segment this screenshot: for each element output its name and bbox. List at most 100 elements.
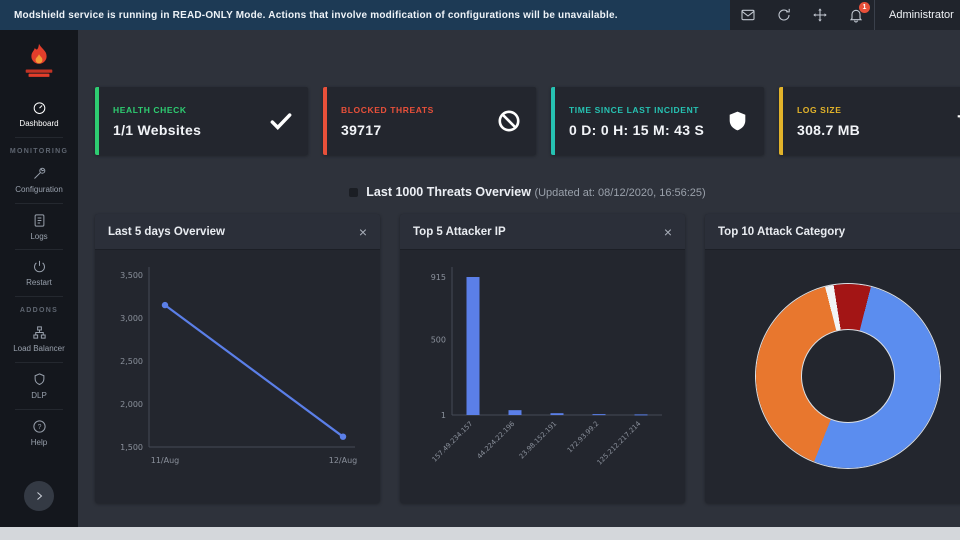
svg-text:3,000: 3,000 — [120, 314, 143, 323]
chart-header: Top 5 Attacker IP × — [400, 214, 685, 250]
sidebar-item-label: DLP — [31, 390, 47, 400]
sidebar-item-logs[interactable]: Logs — [0, 205, 78, 249]
app-window: Modshield service is running in READ-ONL… — [0, 0, 960, 540]
bar-chart-area: 1 500 915 157.49.234.157 44.224.22.196 23.98.… — [400, 250, 685, 502]
svg-text:44.224.22.196: 44.224.22.196 — [475, 420, 516, 461]
chevron-right-icon — [37, 492, 43, 500]
stat-label: HEALTH CHECK — [113, 104, 187, 115]
user-name: Administrator — [889, 9, 954, 21]
svg-text:?: ? — [37, 424, 41, 431]
svg-text:3,500: 3,500 — [120, 271, 143, 280]
close-icon[interactable]: × — [359, 225, 367, 239]
sidebar-expand-button[interactable] — [24, 481, 54, 511]
svg-text:1: 1 — [440, 411, 445, 420]
stat-value: 308.7 MB — [797, 121, 861, 138]
stat-value: 39717 — [341, 121, 382, 138]
chart-header: Last 5 days Overview × — [95, 214, 380, 250]
trash-icon — [953, 109, 960, 134]
section-title-text: Last 1000 Threats Overview — [366, 185, 531, 199]
section-updated-text: (Updated at: 08/12/2020, 16:56:25) — [534, 187, 706, 199]
topbar-actions: 1 Administrator — [730, 0, 960, 30]
sidebar-item-restart[interactable]: Restart — [0, 251, 78, 295]
move-button[interactable] — [802, 0, 838, 30]
line-chart: 1,500 2,000 2,500 3,000 3,500 11/Aug 12/Aug — [120, 267, 357, 465]
flame-logo-icon — [25, 43, 53, 77]
sidebar-item-dashboard[interactable]: Dashboard — [0, 92, 78, 136]
section-bullet-icon — [349, 188, 359, 198]
chart-card-top-attacker-ip: Top 5 Attacker IP × 1 500 915 157.49.234.15… — [400, 214, 685, 503]
stat-info: TIME SINCE LAST INCIDENT 0 D: 0 H: 15 M:… — [569, 105, 725, 138]
stat-value: 1/1 Websites — [113, 121, 202, 138]
bottom-strip — [0, 527, 960, 540]
chart-title: Top 5 Attacker IP — [413, 225, 506, 238]
refresh-icon — [778, 8, 790, 21]
donut-chart — [755, 284, 940, 468]
sidebar-section-monitoring: MONITORING — [9, 147, 69, 155]
charts-row: Last 5 days Overview × 1,500 2,000 2,500 3,… — [95, 214, 960, 503]
sidebar-item-help[interactable]: ? Help — [0, 411, 78, 455]
sidebar-item-label: Load Balancer — [13, 344, 65, 354]
chart-header: Top 10 Attack Category × — [705, 214, 960, 250]
sidebar-divider — [15, 408, 63, 410]
bar-chart: 1 500 915 157.49.234.157 44.224.22.196 23.98.… — [430, 267, 662, 467]
line-chart-area: 1,500 2,000 2,500 3,000 3,500 11/Aug 12/Aug — [95, 250, 380, 502]
modshield-logo[interactable] — [20, 41, 58, 84]
chart-title: Last 5 days Overview — [108, 225, 225, 238]
svg-text:1,500: 1,500 — [120, 443, 143, 452]
svg-text:172.93.99.2: 172.93.99.2 — [565, 420, 600, 455]
stat-value: 0 D: 0 H: 15 M: 43 S — [569, 121, 705, 138]
donut-hole — [801, 330, 894, 422]
refresh-button[interactable] — [766, 0, 802, 30]
sidebar-item-configuration[interactable]: Configuration — [0, 158, 78, 202]
stat-card-health-check: HEALTH CHECK 1/1 Websites — [95, 87, 308, 155]
svg-text:500: 500 — [430, 336, 445, 345]
notifications-button[interactable]: 1 — [838, 0, 874, 30]
sidebar-divider — [15, 361, 63, 363]
help-icon: ? — [32, 420, 46, 433]
sidebar-item-label: Restart — [26, 278, 52, 288]
chart-card-last-5-days: Last 5 days Overview × 1,500 2,000 2,500 3,… — [95, 214, 380, 503]
svg-text:23.98.152.191: 23.98.152.191 — [517, 420, 558, 461]
donut-chart-area — [705, 250, 960, 502]
stat-card-blocked-threats: BLOCKED THREATS 39717 — [323, 87, 536, 155]
sidebar-divider — [15, 136, 63, 138]
ban-icon — [496, 108, 522, 134]
sidebar-item-dlp[interactable]: DLP — [0, 364, 78, 408]
chart-card-top-attack-category: Top 10 Attack Category × — [705, 214, 960, 503]
stat-card-log-size: LOG SIZE 308.7 MB — [779, 87, 960, 155]
sidebar-item-label: Logs — [30, 231, 48, 241]
sidebar-section-addons: ADDONS — [19, 307, 59, 315]
stats-row: HEALTH CHECK 1/1 Websites BLOCKED THREAT… — [95, 87, 960, 155]
topbar: Modshield service is running in READ-ONL… — [0, 0, 960, 30]
stat-label: TIME SINCE LAST INCIDENT — [569, 104, 700, 115]
svg-text:2,000: 2,000 — [120, 400, 143, 409]
sidebar-item-label: Configuration — [15, 184, 63, 194]
power-icon — [33, 261, 45, 273]
stat-label: BLOCKED THREATS — [341, 104, 434, 115]
main-content: HEALTH CHECK 1/1 Websites BLOCKED THREAT… — [78, 30, 960, 527]
sidebar-item-label: Dashboard — [19, 119, 59, 128]
svg-text:915: 915 — [430, 273, 445, 282]
stat-info: LOG SIZE 308.7 MB — [797, 105, 953, 138]
gauge-icon — [33, 102, 45, 114]
svg-text:125.212.217.214: 125.212.217.214 — [595, 420, 642, 467]
banner-message: Modshield service is running in READ-ONL… — [14, 9, 618, 21]
user-menu[interactable]: Administrator — [874, 0, 960, 30]
notification-badge: 1 — [859, 2, 870, 13]
sidebar-item-load-balancer[interactable]: Load Balancer — [0, 317, 78, 361]
app-body: Dashboard MONITORING Configuration Logs … — [0, 30, 960, 527]
chart-title: Top 10 Attack Category — [718, 225, 846, 238]
check-icon — [268, 108, 294, 134]
stat-card-time-since-incident: TIME SINCE LAST INCIDENT 0 D: 0 H: 15 M:… — [551, 87, 764, 155]
sidebar-divider — [15, 296, 63, 298]
sidebar-divider — [15, 202, 63, 204]
sidebar: Dashboard MONITORING Configuration Logs … — [0, 30, 78, 527]
mail-button[interactable] — [730, 0, 766, 30]
svg-text:2,500: 2,500 — [120, 357, 143, 366]
close-icon[interactable]: × — [664, 225, 672, 239]
sidebar-item-label: Help — [30, 437, 48, 447]
move-icon — [813, 8, 827, 22]
wrench-icon — [33, 167, 45, 179]
shield-icon — [725, 109, 750, 134]
stat-label: LOG SIZE — [797, 104, 842, 115]
